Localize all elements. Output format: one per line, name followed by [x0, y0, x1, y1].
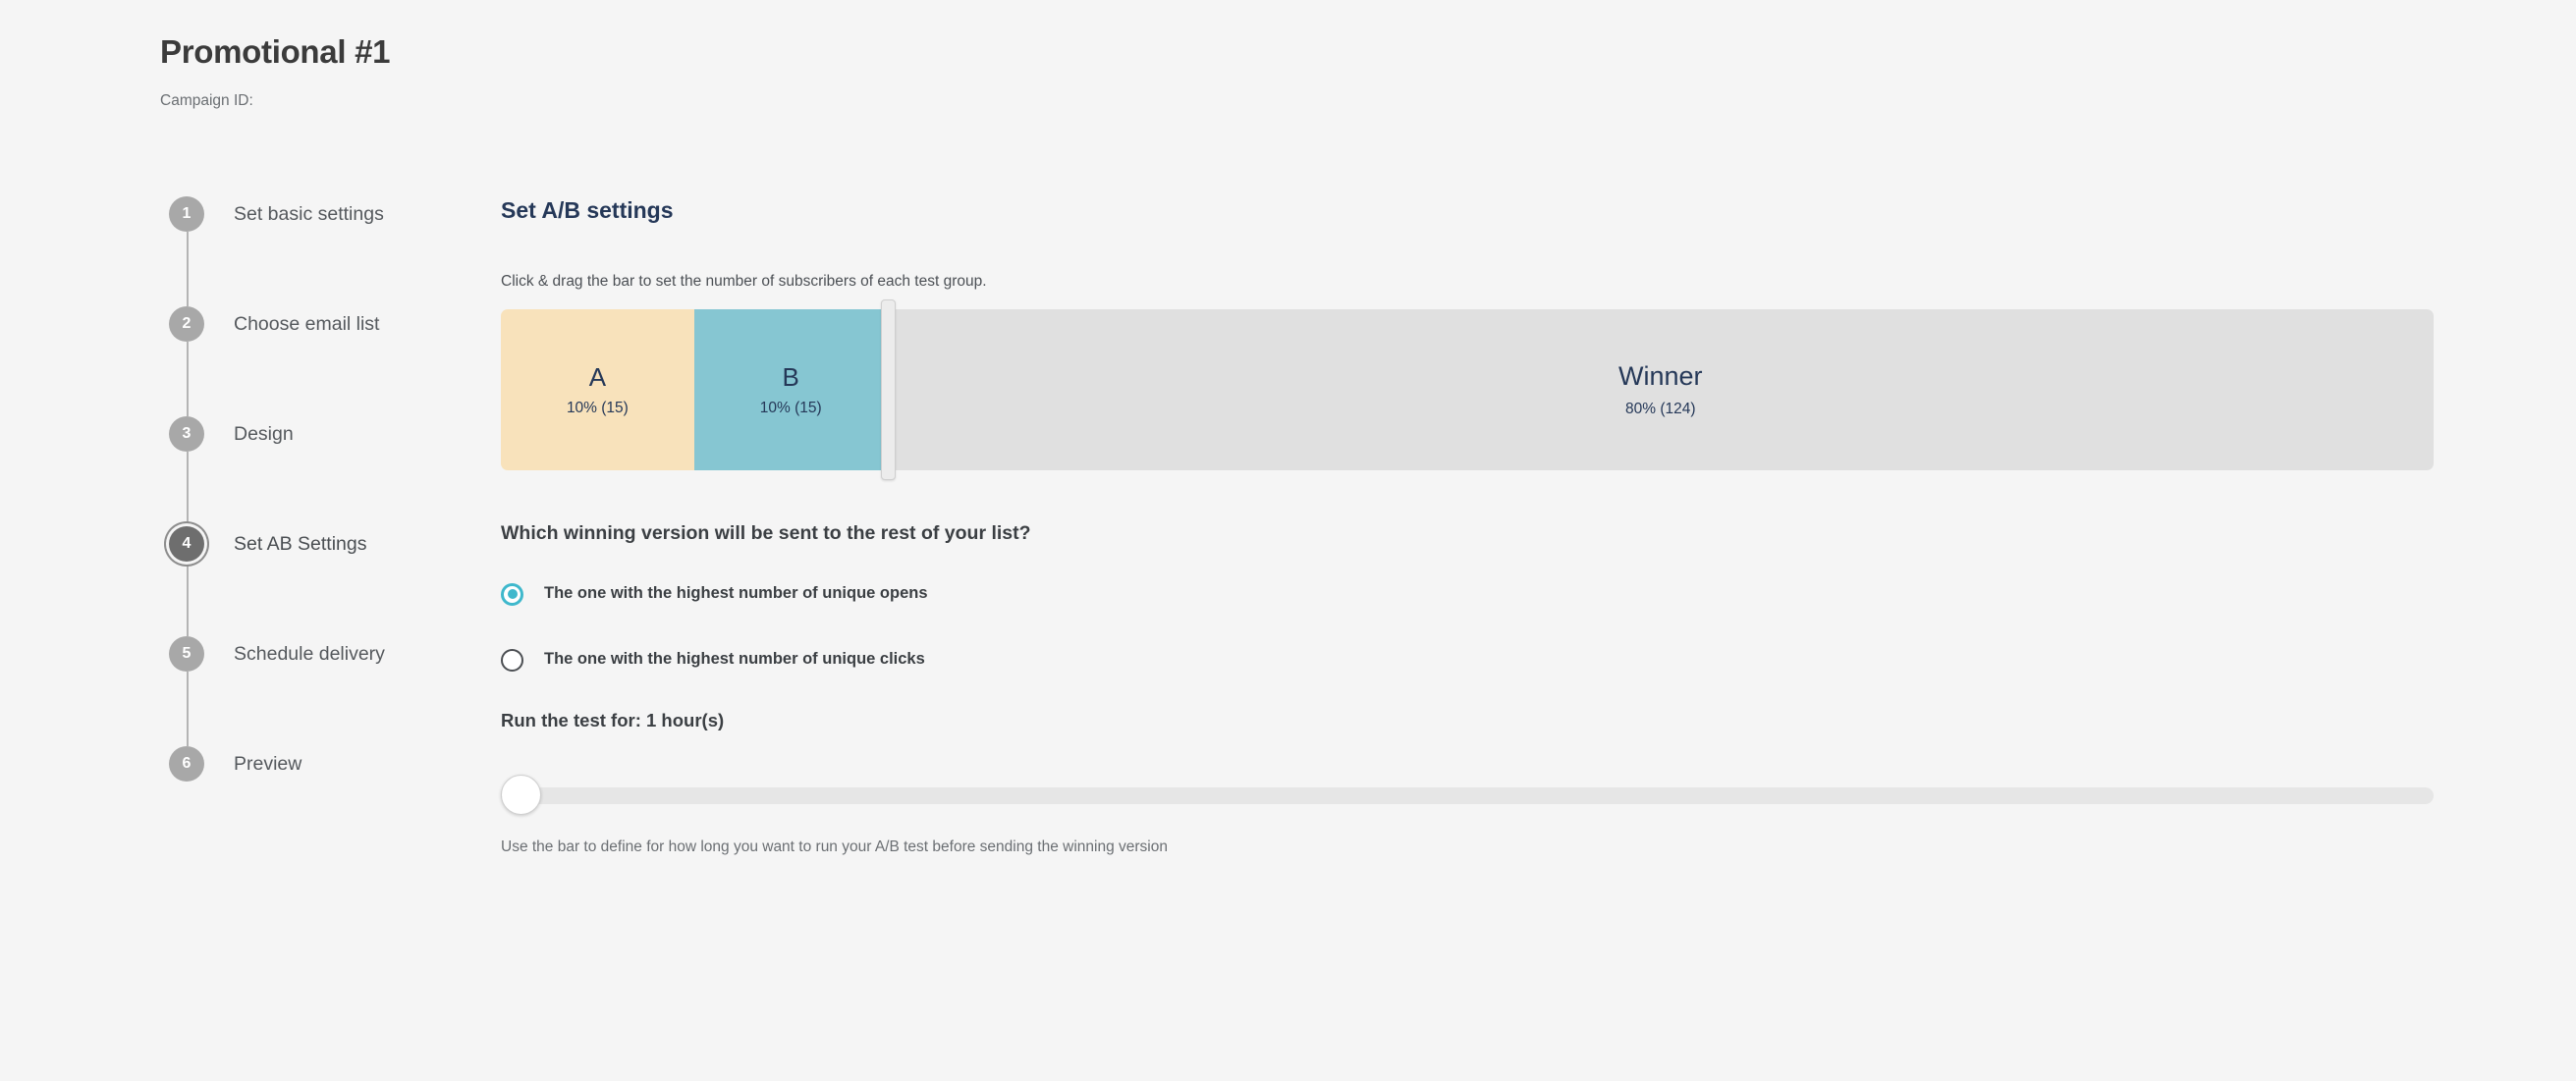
step-connector [187, 672, 189, 746]
split-segment-winner[interactable]: Winner 80% (124) [887, 308, 2434, 470]
winning-version-question: Which winning version will be sent to th… [501, 521, 1031, 544]
section-heading: Set A/B settings [501, 197, 674, 223]
radio-option-highest-unique-opens[interactable]: The one with the highest number of uniqu… [501, 577, 2436, 611]
sidebar-step-design[interactable]: 3 Design [160, 416, 455, 526]
step-label: Schedule delivery [234, 642, 385, 665]
page-title: Promotional #1 [160, 33, 391, 70]
main-content: Set A/B settings Click & drag the bar to… [501, 196, 2436, 858]
split-segment-b[interactable]: B 10% (15) [693, 308, 888, 470]
split-segment-b-letter: B [782, 361, 799, 392]
sidebar-step-set-basic-settings[interactable]: 1 Set basic settings [160, 196, 455, 306]
sidebar-step-schedule-delivery[interactable]: 5 Schedule delivery [160, 636, 455, 746]
step-number-badge: 1 [169, 196, 204, 232]
step-connector [187, 562, 189, 636]
test-duration-prefix: Run the test for: [501, 710, 646, 731]
slider-track[interactable] [501, 787, 2434, 805]
split-segment-a-letter: A [588, 361, 607, 392]
wizard-stepper: 1 Set basic settings 2 Choose email list… [160, 196, 455, 805]
radio-selected-icon[interactable] [501, 582, 523, 606]
radio-unselected-icon[interactable] [501, 648, 523, 672]
split-segment-winner-letter: Winner [1618, 361, 1703, 392]
step-connector [187, 232, 189, 306]
split-bar-drag-handle[interactable] [880, 298, 896, 480]
step-connector [187, 342, 189, 416]
ab-split-bar-container: A 10% (15) B 10% (15) Winner 80% (124) [501, 298, 2434, 480]
step-number-badge: 3 [169, 416, 204, 452]
split-segment-winner-value: 80% (124) [1625, 400, 1696, 417]
test-duration-value: 1 hour(s) [646, 710, 725, 731]
radio-option-label: The one with the highest number of uniqu… [544, 584, 928, 603]
winning-version-radio-group: The one with the highest number of uniqu… [501, 577, 2436, 676]
split-segment-a-value: 10% (15) [566, 400, 629, 417]
sidebar-step-set-ab-settings[interactable]: 4 Set AB Settings [160, 526, 455, 636]
campaign-id-label: Campaign ID: [160, 91, 253, 109]
step-label: Set AB Settings [234, 532, 367, 555]
step-label: Choose email list [234, 312, 380, 335]
test-duration-title: Run the test for: 1 hour(s) [501, 709, 2436, 731]
step-number-badge: 5 [169, 636, 204, 672]
step-label: Preview [234, 752, 302, 775]
sidebar-step-choose-email-list[interactable]: 2 Choose email list [160, 306, 455, 416]
slider-help-text: Use the bar to define for how long you w… [501, 838, 1168, 856]
slider-thumb[interactable] [501, 775, 541, 816]
step-connector [187, 452, 189, 526]
ab-split-bar[interactable]: A 10% (15) B 10% (15) Winner 80% (124) [501, 308, 2434, 470]
radio-option-highest-unique-clicks[interactable]: The one with the highest number of uniqu… [501, 643, 2436, 676]
sidebar-step-preview[interactable]: 6 Preview [160, 746, 455, 805]
step-label: Design [234, 422, 294, 445]
radio-option-label: The one with the highest number of uniqu… [544, 650, 925, 669]
page-header: Promotional #1 Campaign ID: [160, 33, 1339, 111]
split-bar-hint: Click & drag the bar to set the number o… [501, 272, 987, 290]
step-number-badge: 4 [169, 526, 204, 562]
step-number-badge: 6 [169, 746, 204, 782]
step-label: Set basic settings [234, 202, 384, 225]
split-segment-b-value: 10% (15) [759, 400, 822, 417]
step-number-badge: 2 [169, 306, 204, 342]
test-duration-slider[interactable] [501, 775, 2434, 816]
split-segment-a[interactable]: A 10% (15) [501, 308, 694, 470]
